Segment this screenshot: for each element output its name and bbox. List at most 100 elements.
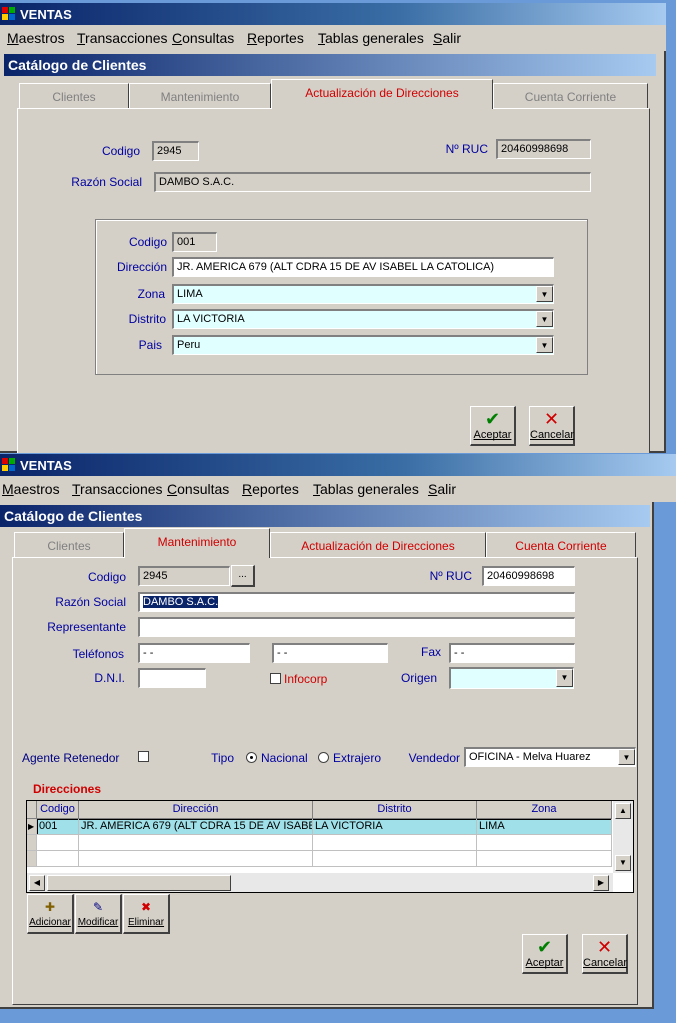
menu-bar: Maestros Transacciones Consultas Reporte…	[0, 25, 666, 51]
menu-reportes[interactable]: Reportes	[242, 481, 299, 497]
close-icon: ✕	[543, 409, 560, 429]
eliminar-button[interactable]: ✖ Eliminar	[123, 894, 170, 934]
codigo-field[interactable]: 2945	[138, 566, 230, 586]
col-direccion[interactable]: Dirección	[79, 801, 313, 819]
extranjero-radio[interactable]	[318, 752, 329, 763]
menu-bar-2: Maestros Transacciones Consultas Reporte…	[0, 476, 676, 502]
telefono1-field[interactable]: - -	[138, 643, 250, 663]
cancelar-button[interactable]: ✕ Cancelar	[582, 934, 628, 974]
row-indicator-icon: ▶	[27, 819, 37, 835]
chevron-down-icon[interactable]: ▼	[536, 311, 553, 327]
chevron-down-icon[interactable]: ▼	[556, 669, 573, 687]
vendedor-select[interactable]: OFICINA - Melva Huarez ▼	[464, 747, 636, 767]
menu-consultas[interactable]: Consultas	[172, 30, 234, 46]
app-icon	[2, 458, 15, 471]
pais-select[interactable]: Peru ▼	[172, 335, 554, 355]
tab-actualizacion-direcciones[interactable]: Actualización de Direcciones	[270, 532, 486, 558]
tab-clientes[interactable]: Clientes	[14, 532, 124, 558]
chevron-down-icon[interactable]: ▼	[536, 286, 553, 302]
col-codigo[interactable]: Codigo	[37, 801, 79, 819]
col-distrito[interactable]: Distrito	[313, 801, 477, 819]
agente-retenedor-checkbox[interactable]	[138, 751, 149, 762]
infocorp-checkbox[interactable]	[270, 673, 281, 684]
menu-maestros[interactable]: Maestros	[2, 481, 60, 497]
ruc-field[interactable]: 20460998698	[496, 139, 591, 159]
tab-clientes[interactable]: Clientes	[19, 83, 129, 109]
direcciones-grid: Codigo Dirección Distrito Zona ▶ 001 JR.…	[26, 800, 634, 893]
close-icon: ✕	[596, 937, 613, 957]
cell-codigo: 001	[37, 819, 79, 835]
representante-label: Representante	[47, 620, 126, 634]
representante-field[interactable]	[138, 617, 575, 637]
razon-social-field[interactable]: DAMBO S.A.C.	[154, 172, 591, 192]
app-titlebar-2: VENTAS	[0, 454, 676, 476]
zona-label: Zona	[137, 287, 165, 301]
app-icon	[2, 7, 15, 20]
nacional-label: Nacional	[261, 751, 308, 765]
aceptar-button[interactable]: ✔ Aceptar	[470, 406, 516, 446]
menu-salir[interactable]: Salir	[428, 481, 456, 497]
codigo-label: Codigo	[101, 144, 140, 158]
razon-social-field[interactable]: DAMBO S.A.C.	[138, 592, 575, 612]
check-icon: ✔	[536, 937, 553, 957]
tab-mantenimiento[interactable]: Mantenimiento	[124, 528, 270, 558]
cancelar-button[interactable]: ✕ Cancelar	[529, 406, 575, 446]
fax-label: Fax	[420, 645, 441, 659]
extranjero-label: Extrajero	[333, 751, 382, 765]
codigo-field[interactable]: 2945	[152, 141, 199, 161]
tab-cuenta-corriente[interactable]: Cuenta Corriente	[486, 532, 636, 558]
scroll-right-icon[interactable]: ▶	[593, 875, 609, 891]
modificar-button[interactable]: ✎ Modificar	[75, 894, 122, 934]
ruc-field[interactable]: 20460998698	[482, 566, 575, 586]
telefonos-label: Teléfonos	[72, 647, 124, 661]
origen-select[interactable]: ▼	[449, 667, 574, 689]
tipo-label: Tipo	[211, 751, 234, 765]
agente-retenedor-label: Agente Retenedor	[22, 751, 120, 765]
menu-transacciones[interactable]: Transacciones	[72, 481, 163, 497]
adicionar-button[interactable]: ✚ Adicionar	[27, 894, 74, 934]
menu-tablas-generales[interactable]: Tablas generales	[318, 30, 424, 46]
codigo-lookup-button[interactable]: ...	[231, 565, 255, 587]
origen-label: Origen	[400, 671, 437, 685]
scroll-left-icon[interactable]: ◀	[29, 875, 45, 891]
cell-distrito: LA VICTORIA	[313, 819, 477, 835]
dir-codigo-label: Codigo	[128, 235, 167, 249]
aceptar-button[interactable]: ✔ Aceptar	[522, 934, 568, 974]
menu-consultas[interactable]: Consultas	[167, 481, 229, 497]
direcciones-heading: Direcciones	[33, 782, 102, 796]
nacional-radio[interactable]	[246, 752, 257, 763]
app-titlebar: VENTAS	[0, 3, 666, 25]
dir-codigo-field[interactable]: 001	[172, 232, 217, 252]
chevron-down-icon[interactable]: ▼	[536, 337, 553, 353]
scroll-thumb[interactable]	[47, 875, 231, 891]
dni-field[interactable]	[138, 668, 206, 688]
fax-field[interactable]: - -	[449, 643, 575, 663]
menu-maestros[interactable]: Maestros	[7, 30, 65, 46]
distrito-label: Distrito	[128, 312, 166, 326]
tab-mantenimiento[interactable]: Mantenimiento	[129, 83, 271, 109]
window-title: Catálogo de Clientes	[0, 505, 650, 527]
edit-icon: ✎	[92, 900, 104, 914]
catalogo-window-2: Catálogo de Clientes Clientes Mantenimie…	[0, 502, 654, 1009]
app-title: VENTAS	[20, 7, 72, 22]
ruc-label: Nº RUC	[445, 142, 488, 156]
scroll-down-icon[interactable]: ▼	[615, 855, 631, 871]
chevron-down-icon[interactable]: ▼	[618, 749, 635, 765]
infocorp-label: Infocorp	[284, 672, 328, 686]
distrito-select[interactable]: LA VICTORIA ▼	[172, 309, 554, 329]
col-zona[interactable]: Zona	[477, 801, 612, 819]
dni-label: D.N.I.	[94, 671, 125, 685]
pais-label: Pais	[138, 338, 162, 352]
menu-transacciones[interactable]: Transacciones	[77, 30, 168, 46]
direccion-field[interactable]: JR. AMERICA 679 (ALT CDRA 15 DE AV ISABE…	[172, 257, 554, 277]
menu-salir[interactable]: Salir	[433, 30, 461, 46]
scroll-up-icon[interactable]: ▲	[615, 803, 631, 819]
zona-select[interactable]: LIMA ▼	[172, 284, 554, 304]
razon-social-label: Razón Social	[71, 175, 142, 189]
menu-tablas-generales[interactable]: Tablas generales	[313, 481, 419, 497]
cell-zona: LIMA	[477, 819, 612, 835]
menu-reportes[interactable]: Reportes	[247, 30, 304, 46]
tab-cuenta-corriente[interactable]: Cuenta Corriente	[493, 83, 648, 109]
tab-actualizacion-direcciones[interactable]: Actualización de Direcciones	[271, 79, 493, 109]
telefono2-field[interactable]: - -	[272, 643, 388, 663]
